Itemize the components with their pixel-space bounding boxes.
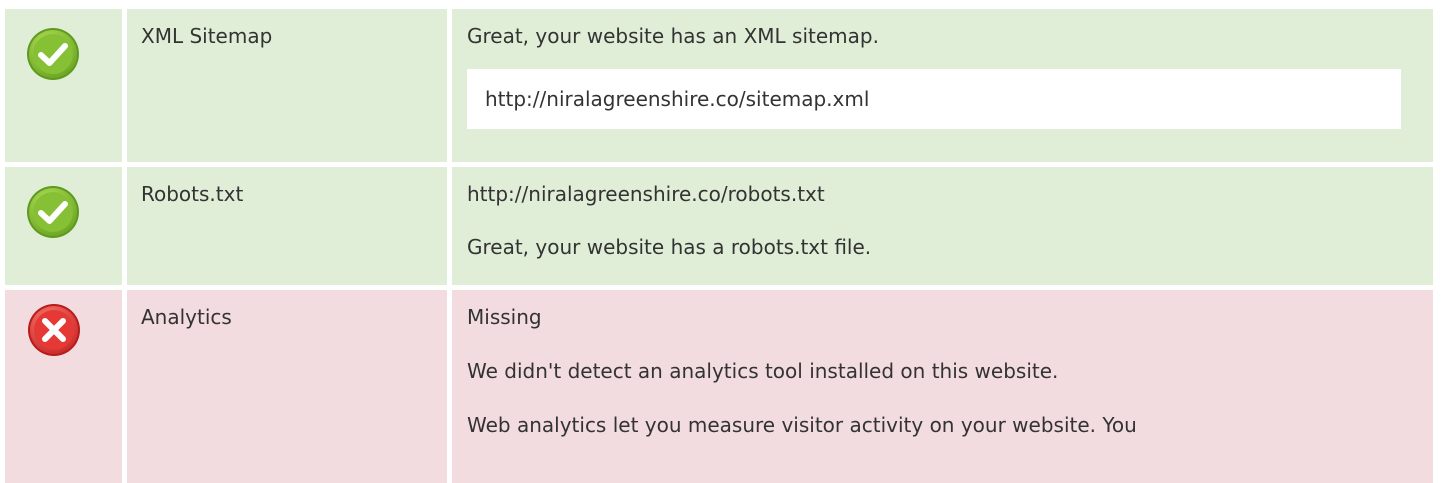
report-row-xml-sitemap: XML Sitemap Great, your website has an X… — [0, 9, 1448, 162]
check-name-cell: Analytics — [127, 290, 447, 483]
seo-report-table: XML Sitemap Great, your website has an X… — [0, 0, 1448, 483]
check-name: Analytics — [141, 305, 232, 329]
check-name-cell: XML Sitemap — [127, 9, 447, 162]
check-message: We didn't detect an analytics tool insta… — [467, 359, 1059, 383]
check-name: XML Sitemap — [141, 24, 273, 48]
check-message: Great, your website has a robots.txt fil… — [467, 235, 872, 259]
check-detail-cell: Missing We didn't detect an analytics to… — [452, 290, 1433, 483]
check-result: Missing — [467, 305, 542, 329]
check-circle-icon — [27, 186, 79, 238]
check-detail-cell: Great, your website has an XML sitemap. … — [452, 9, 1433, 162]
check-name-cell: Robots.txt — [127, 167, 447, 285]
robots-url: http://niralagreenshire.co/robots.txt — [467, 182, 825, 206]
sitemap-url-box: http://niralagreenshire.co/sitemap.xml — [467, 69, 1401, 129]
check-description: Web analytics let you measure visitor ac… — [467, 413, 1137, 437]
report-row-analytics: Analytics Missing We didn't detect an an… — [0, 290, 1448, 483]
cross-circle-icon — [28, 304, 80, 356]
check-message: Great, your website has an XML sitemap. — [467, 24, 879, 48]
status-cell — [5, 167, 122, 285]
report-row-robots-txt: Robots.txt http://niralagreenshire.co/ro… — [0, 167, 1448, 285]
status-cell — [5, 290, 122, 483]
check-name: Robots.txt — [141, 182, 244, 206]
status-cell — [5, 9, 122, 162]
check-circle-icon — [27, 28, 79, 80]
check-detail-cell: http://niralagreenshire.co/robots.txt Gr… — [452, 167, 1433, 285]
sitemap-url: http://niralagreenshire.co/sitemap.xml — [485, 87, 870, 111]
